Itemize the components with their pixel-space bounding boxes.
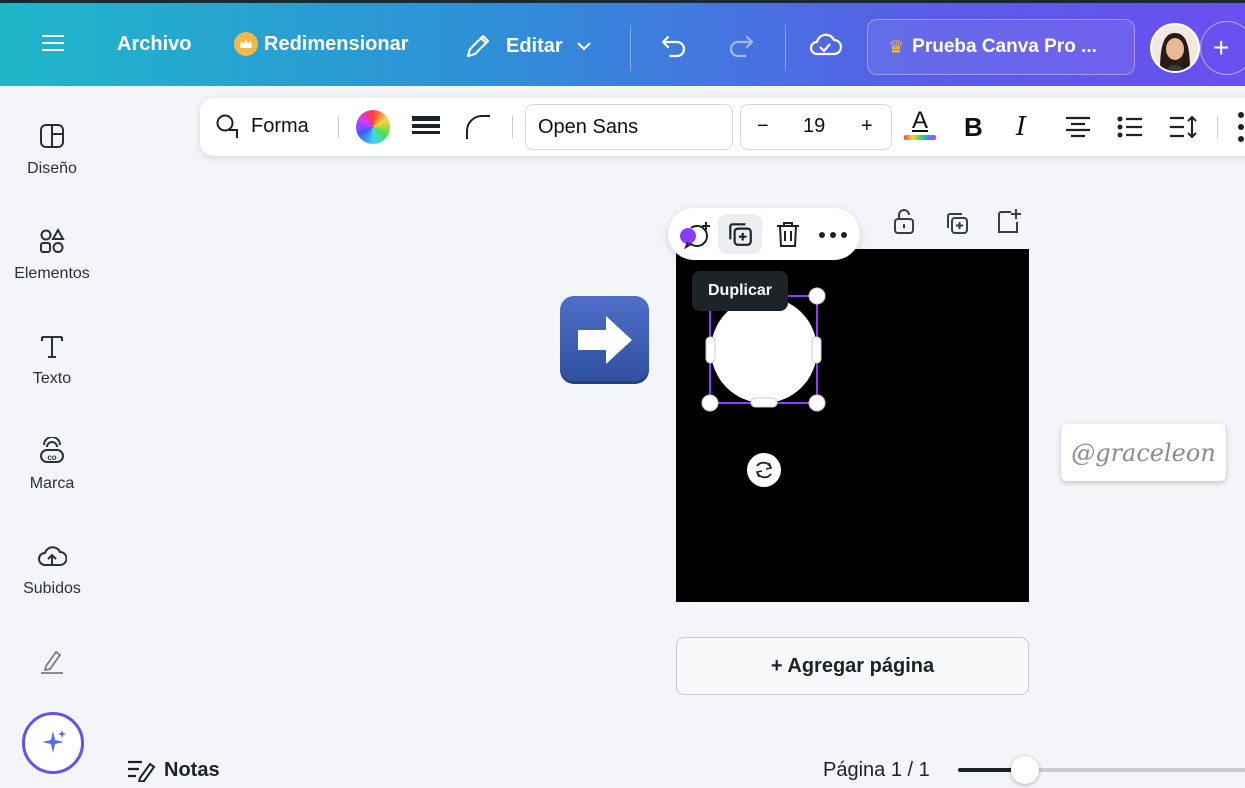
plus-label: + bbox=[1213, 32, 1230, 63]
shape-button[interactable]: Forma bbox=[215, 113, 309, 139]
trial-label: Prueba Canva Pro ... bbox=[912, 36, 1097, 57]
magic-assistant-button[interactable] bbox=[22, 712, 84, 774]
upload-cloud-icon bbox=[38, 546, 67, 566]
side-handle[interactable] bbox=[705, 336, 716, 364]
sidebar-item-label: Elementos bbox=[14, 265, 90, 282]
editar-button[interactable]: Editar bbox=[464, 32, 593, 60]
element-context-menu bbox=[668, 208, 860, 260]
resize-handle[interactable] bbox=[808, 394, 826, 412]
font-name: Open Sans bbox=[538, 115, 639, 138]
sidebar-item-subidos[interactable]: Subidos bbox=[0, 542, 104, 598]
notes-button[interactable]: Notas bbox=[126, 758, 220, 782]
canva-pro-trial-button[interactable]: ♛ Prueba Canva Pro ... bbox=[867, 19, 1135, 75]
sidebar-item-label: Subidos bbox=[23, 580, 81, 597]
avatar[interactable] bbox=[1150, 23, 1200, 73]
font-family-dropdown[interactable]: Open Sans bbox=[525, 104, 733, 150]
font-size-increase-button[interactable]: + bbox=[861, 115, 873, 138]
color-picker-button[interactable] bbox=[356, 110, 390, 144]
add-collaborator-button[interactable]: + bbox=[1200, 21, 1245, 75]
line-spacing-icon[interactable] bbox=[1168, 114, 1198, 140]
sidebar: Diseño Elementos Texto co Marca Subidos bbox=[0, 86, 104, 788]
redo-icon[interactable] bbox=[727, 33, 755, 59]
corner-rounding-icon[interactable] bbox=[464, 113, 492, 141]
properties-toolbar: Forma Open Sans − 19 + A B I bbox=[200, 98, 1245, 156]
duplicate-button[interactable] bbox=[718, 214, 762, 254]
add-page-button[interactable]: + Agregar página bbox=[676, 637, 1029, 695]
bulleted-list-icon[interactable] bbox=[1116, 115, 1144, 139]
right-arrow-sticker[interactable] bbox=[560, 296, 649, 384]
lock-icon[interactable] bbox=[892, 207, 916, 235]
watermark-badge: @graceleon bbox=[1061, 424, 1226, 481]
chevron-down-icon bbox=[576, 42, 591, 51]
sidebar-item-label: Marca bbox=[29, 475, 75, 492]
layout-icon bbox=[40, 124, 64, 148]
shapes-icon bbox=[40, 227, 65, 253]
sidebar-item-marca[interactable]: co Marca bbox=[0, 437, 104, 493]
pencil-icon bbox=[466, 34, 490, 58]
font-size-decrease-button[interactable]: − bbox=[757, 115, 769, 138]
sidebar-item-elementos[interactable]: Elementos bbox=[0, 227, 104, 283]
right-arrow-icon bbox=[578, 316, 632, 364]
rainbow-bar bbox=[904, 135, 936, 140]
italic-button[interactable]: I bbox=[1016, 112, 1026, 142]
bold-button[interactable]: B bbox=[964, 112, 983, 143]
cloud-saved-icon[interactable] bbox=[808, 31, 842, 59]
sidebar-item-texto[interactable]: Texto bbox=[0, 332, 104, 388]
white-circle-shape[interactable] bbox=[711, 297, 817, 403]
crown-icon bbox=[234, 32, 258, 56]
archivo-menu[interactable]: Archivo bbox=[117, 33, 191, 56]
zoom-slider-thumb[interactable] bbox=[1011, 756, 1039, 784]
align-center-icon[interactable] bbox=[1064, 115, 1092, 139]
text-color-letter: A bbox=[911, 107, 928, 134]
menu-icon[interactable] bbox=[42, 33, 64, 53]
top-bar: Archivo Redimensionar Editar ♛ Prueba Ca… bbox=[0, 0, 1245, 86]
redimensionar-label: Redimensionar bbox=[264, 32, 409, 55]
zoom-slider-track[interactable] bbox=[958, 768, 1245, 772]
add-page-icon[interactable] bbox=[996, 207, 1022, 235]
sidebar-item-label: Diseño bbox=[27, 160, 77, 177]
notes-icon bbox=[128, 760, 156, 782]
font-size-value[interactable]: 19 bbox=[803, 115, 825, 138]
rotate-handle[interactable] bbox=[747, 453, 781, 487]
more-horizontal-icon[interactable] bbox=[818, 231, 848, 239]
toolbar-divider bbox=[338, 116, 339, 138]
color-wheel-icon bbox=[356, 110, 390, 144]
font-size-stepper[interactable]: − 19 + bbox=[740, 104, 892, 150]
svg-text:co: co bbox=[47, 453, 56, 462]
sidebar-item-diseno[interactable]: Diseño bbox=[0, 122, 104, 178]
resize-handle[interactable] bbox=[701, 394, 719, 412]
duplicate-page-icon[interactable] bbox=[944, 210, 970, 236]
sidebar-item-label: Texto bbox=[32, 370, 72, 387]
sidebar-item-dibujar[interactable] bbox=[0, 647, 104, 685]
sparkle-icon bbox=[42, 730, 66, 753]
toolbar-divider bbox=[512, 116, 513, 138]
text-icon bbox=[41, 336, 63, 358]
border-style-icon[interactable] bbox=[412, 115, 440, 139]
brand-icon: co bbox=[40, 437, 64, 463]
trash-icon[interactable] bbox=[775, 220, 801, 248]
editar-label: Editar bbox=[506, 34, 563, 57]
topbar-divider bbox=[785, 25, 786, 71]
redimensionar-button[interactable]: Redimensionar bbox=[234, 32, 408, 56]
comment-add-icon[interactable] bbox=[678, 220, 712, 250]
shape-icon bbox=[216, 114, 238, 138]
resize-handle[interactable] bbox=[808, 287, 826, 305]
undo-icon[interactable] bbox=[660, 33, 688, 59]
draw-icon bbox=[41, 650, 63, 674]
topbar-divider bbox=[630, 25, 631, 71]
page-indicator: Página 1 / 1 bbox=[823, 759, 930, 781]
notes-label: Notas bbox=[164, 758, 220, 781]
duplicate-icon bbox=[729, 223, 752, 246]
side-handle[interactable] bbox=[750, 397, 778, 408]
crown-icon: ♛ bbox=[888, 36, 905, 57]
duplicate-tooltip: Duplicar bbox=[692, 271, 788, 311]
toolbar-divider bbox=[1217, 116, 1218, 138]
side-handle[interactable] bbox=[811, 336, 822, 364]
text-color-button[interactable]: A bbox=[904, 108, 936, 140]
shape-label: Forma bbox=[251, 114, 309, 137]
more-options-icon[interactable] bbox=[1237, 111, 1245, 143]
